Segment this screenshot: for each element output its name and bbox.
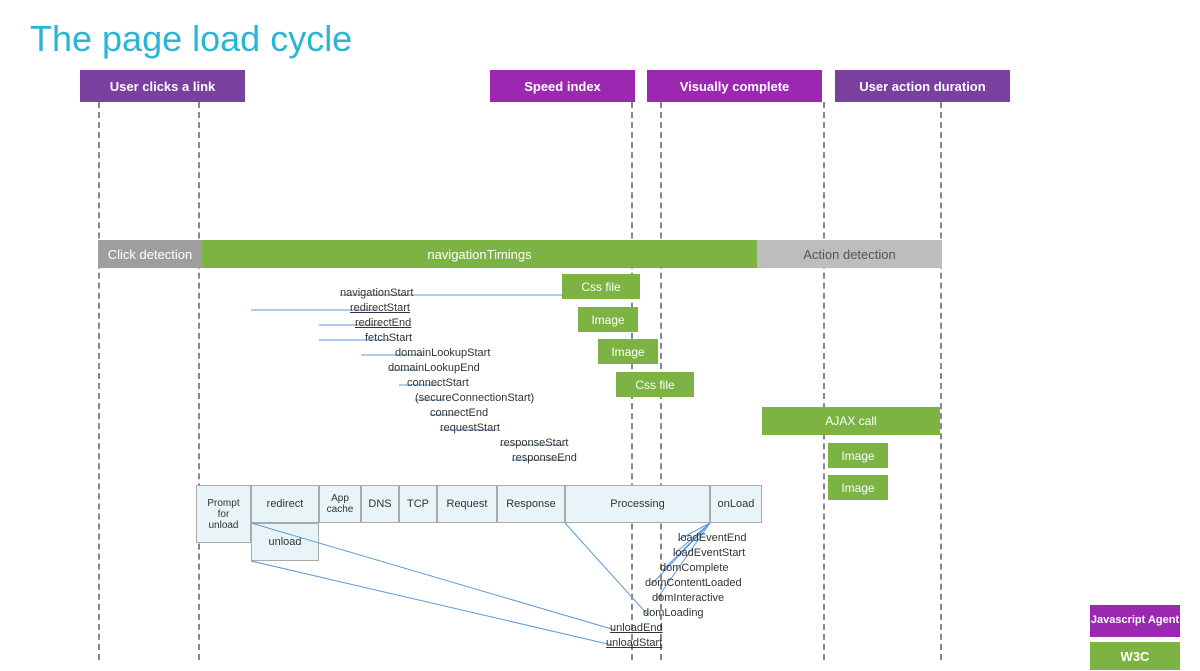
request-box: Request <box>437 485 497 523</box>
label-loadEventStart: loadEventStart <box>673 547 745 559</box>
label-connectStart: connectStart <box>407 377 469 389</box>
action-detection-bar: Action detection <box>757 240 942 268</box>
response-box: Response <box>497 485 565 523</box>
label-loadEventEnd: loadEventEnd <box>678 532 747 544</box>
image-4: Image <box>828 475 888 500</box>
label-secureConnectionStart: (secureConnectionStart) <box>415 392 534 404</box>
label-navigationStart: navigationStart <box>340 287 413 299</box>
label-domInteractive: domInteractive <box>652 592 724 604</box>
dashed-line-2 <box>198 102 200 660</box>
label-domainLookupStart: domainLookupStart <box>395 347 490 359</box>
ajax-call: AJAX call <box>762 407 940 435</box>
css-file-1: Css file <box>562 274 640 299</box>
label-unloadStart: unloadStart <box>606 637 662 649</box>
image-1: Image <box>578 307 638 332</box>
label-redirectStart: redirectStart <box>350 302 410 314</box>
prompt-unload-box: Promptforunload <box>196 485 251 543</box>
onload-box: onLoad <box>710 485 762 523</box>
dns-box: DNS <box>361 485 399 523</box>
legend-javascript-agent: Javascript Agent <box>1090 605 1180 637</box>
nav-timings-bar: navigationTimings <box>202 240 757 268</box>
label-domContentLoaded: domContentLoaded <box>645 577 742 589</box>
click-detection-bar: Click detection <box>98 240 202 268</box>
tcp-box: TCP <box>399 485 437 523</box>
label-domComplete: domComplete <box>660 562 728 574</box>
marker-speed-index: Speed index <box>490 70 635 102</box>
label-unloadEnd: unloadEnd <box>610 622 663 634</box>
dashed-line-6 <box>940 102 942 660</box>
app-cache-box: Appcache <box>319 485 361 523</box>
marker-visually-complete: Visually complete <box>647 70 822 102</box>
dashed-line-1 <box>98 102 100 660</box>
label-fetchStart: fetchStart <box>365 332 412 344</box>
dashed-line-5 <box>823 102 825 660</box>
label-responseEnd: responseEnd <box>512 452 577 464</box>
label-requestStart: requestStart <box>440 422 500 434</box>
redirect-box: redirect <box>251 485 319 523</box>
legend-w3c: W3C <box>1090 642 1180 670</box>
label-redirectEnd: redirectEnd <box>355 317 411 329</box>
label-domainLookupEnd: domainLookupEnd <box>388 362 480 374</box>
marker-user-action-duration: User action duration <box>835 70 1010 102</box>
processing-box: Processing <box>565 485 710 523</box>
label-domLoading: domLoading <box>643 607 704 619</box>
connecting-lines <box>0 70 1200 660</box>
image-2: Image <box>598 339 658 364</box>
css-file-2: Css file <box>616 372 694 397</box>
diagram-area: User clicks a link Speed index Visually … <box>0 70 1200 660</box>
marker-user-clicks: User clicks a link <box>80 70 245 102</box>
label-responseStart: responseStart <box>500 437 568 449</box>
label-connectEnd: connectEnd <box>430 407 488 419</box>
image-3: Image <box>828 443 888 468</box>
unload-box: unload <box>251 523 319 561</box>
page-title: The page load cycle <box>0 0 1200 70</box>
